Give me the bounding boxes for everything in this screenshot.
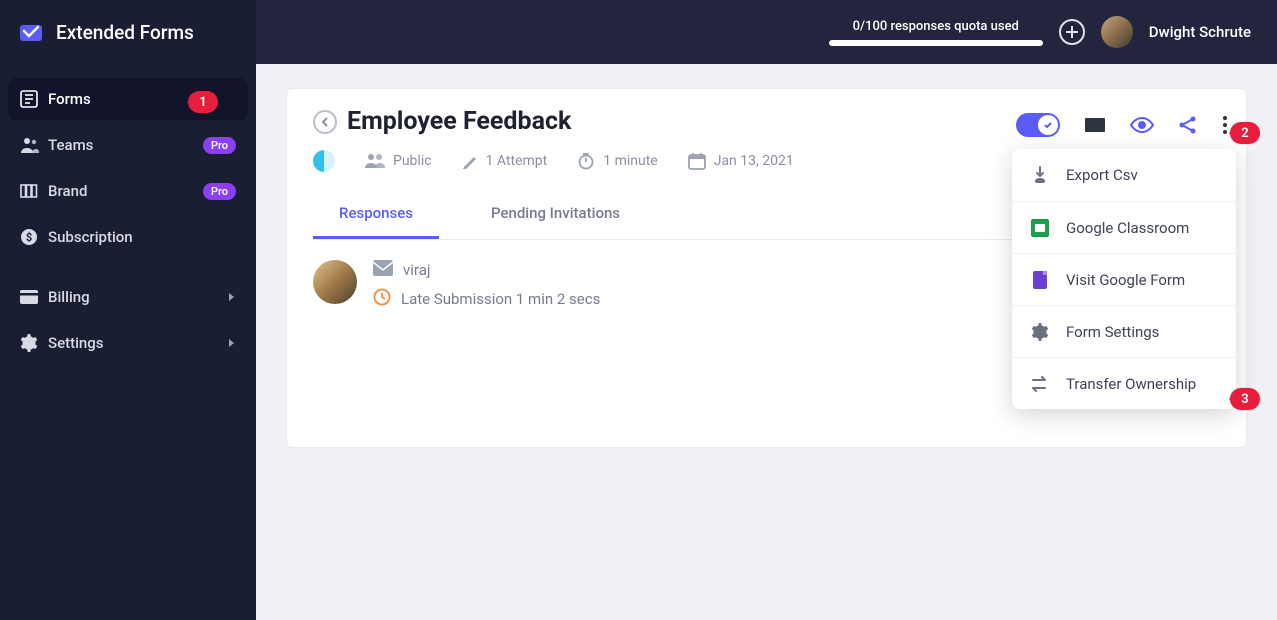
response-name: viraj — [403, 261, 430, 279]
app-logo-icon — [18, 19, 44, 45]
dropdown-form-settings[interactable]: Form Settings — [1012, 305, 1236, 357]
sidebar-item-subscription[interactable]: $ Subscription — [8, 216, 248, 258]
dropdown-label: Visit Google Form — [1066, 271, 1185, 289]
teams-icon — [20, 136, 48, 154]
sidebar-label: Brand — [48, 182, 203, 200]
share-icon[interactable] — [1178, 115, 1198, 135]
form-card: Employee Feedback — [286, 88, 1247, 448]
svg-text:$: $ — [26, 231, 32, 244]
main-content: Employee Feedback — [256, 64, 1277, 620]
dropdown-google-classroom[interactable]: Google Classroom — [1012, 201, 1236, 253]
user-name: Dwight Schrute — [1149, 23, 1251, 41]
chevron-right-icon — [228, 334, 236, 352]
settings-icon — [20, 334, 48, 352]
gear-icon — [1030, 323, 1050, 341]
tab-pending-invitations[interactable]: Pending Invitations — [465, 190, 646, 239]
transfer-icon — [1030, 376, 1050, 392]
pro-badge: Pro — [203, 137, 236, 154]
dropdown-visit-google-form[interactable]: Visit Google Form — [1012, 253, 1236, 305]
visibility-text: Public — [393, 153, 432, 169]
pro-badge: Pro — [203, 183, 236, 200]
brand-icon — [20, 184, 48, 198]
user-avatar[interactable] — [1101, 16, 1133, 48]
response-late-line: Late Submission 1 min 2 secs — [373, 288, 600, 310]
sidebar: Extended Forms Forms Teams Pro — [0, 0, 256, 620]
sidebar-item-brand[interactable]: Brand Pro — [8, 170, 248, 212]
sidebar-label: Billing — [48, 288, 228, 306]
dropdown-export-csv[interactable]: Export Csv — [1012, 149, 1236, 201]
attempts-meta: 1 Attempt — [462, 153, 548, 169]
back-button[interactable] — [313, 110, 337, 134]
toggle-knob — [1038, 115, 1058, 135]
duration-text: 1 minute — [603, 153, 657, 169]
form-enabled-toggle[interactable] — [1016, 113, 1060, 137]
quota-indicator: 0/100 responses quota used — [829, 19, 1043, 46]
dropdown-label: Google Classroom — [1066, 219, 1189, 237]
mail-icon — [373, 260, 393, 280]
color-indicator[interactable] — [313, 150, 335, 172]
quota-text: 0/100 responses quota used — [853, 19, 1019, 34]
sidebar-nav: Forms Teams Pro Brand Pro — [0, 64, 256, 364]
duration-meta: 1 minute — [577, 152, 657, 170]
visibility-meta: Public — [365, 153, 432, 169]
response-name-line: viraj — [373, 260, 600, 280]
response-avatar — [313, 260, 357, 304]
email-icon[interactable] — [1084, 116, 1106, 134]
dropdown-label: Form Settings — [1066, 323, 1159, 341]
logo-row: Extended Forms — [0, 0, 256, 64]
dropdown-label: Export Csv — [1066, 166, 1138, 184]
topbar: 0/100 responses quota used Dwight Schrut… — [256, 0, 1277, 64]
quota-bar — [829, 40, 1043, 46]
tab-responses[interactable]: Responses — [313, 190, 439, 239]
dropdown-label: Transfer Ownership — [1066, 375, 1196, 393]
sidebar-item-billing[interactable]: Billing — [8, 276, 248, 318]
annotation-1: 1 — [188, 91, 218, 113]
more-menu-dropdown: Export Csv Google Classroom Visit Google… — [1012, 149, 1236, 409]
date-meta: Jan 13, 2021 — [688, 152, 794, 170]
subscription-icon: $ — [20, 228, 48, 246]
billing-icon — [20, 290, 48, 304]
chevron-right-icon — [228, 288, 236, 306]
annotation-2: 2 — [1230, 122, 1260, 144]
add-button[interactable] — [1059, 19, 1085, 45]
tab-label: Responses — [339, 204, 413, 222]
preview-icon[interactable] — [1130, 116, 1154, 134]
sidebar-label: Teams — [48, 136, 203, 154]
google-form-icon — [1030, 271, 1050, 289]
tab-label: Pending Invitations — [491, 204, 620, 222]
app-title: Extended Forms — [56, 21, 194, 44]
google-classroom-icon — [1030, 219, 1050, 237]
forms-icon — [20, 90, 48, 108]
response-late-text: Late Submission 1 min 2 secs — [401, 290, 600, 308]
clock-icon — [373, 288, 391, 310]
sidebar-label: Settings — [48, 334, 228, 352]
sidebar-item-teams[interactable]: Teams Pro — [8, 124, 248, 166]
annotation-3: 3 — [1230, 388, 1260, 410]
sidebar-label: Subscription — [48, 228, 236, 246]
sidebar-item-settings[interactable]: Settings — [8, 322, 248, 364]
dropdown-transfer-ownership[interactable]: Transfer Ownership — [1012, 357, 1236, 409]
date-text: Jan 13, 2021 — [714, 153, 794, 169]
response-details: viraj Late Submission 1 min 2 secs — [373, 260, 600, 310]
title-actions — [1016, 113, 1228, 137]
attempts-text: 1 Attempt — [486, 153, 548, 169]
download-icon — [1030, 166, 1050, 184]
form-title: Employee Feedback — [347, 107, 571, 136]
